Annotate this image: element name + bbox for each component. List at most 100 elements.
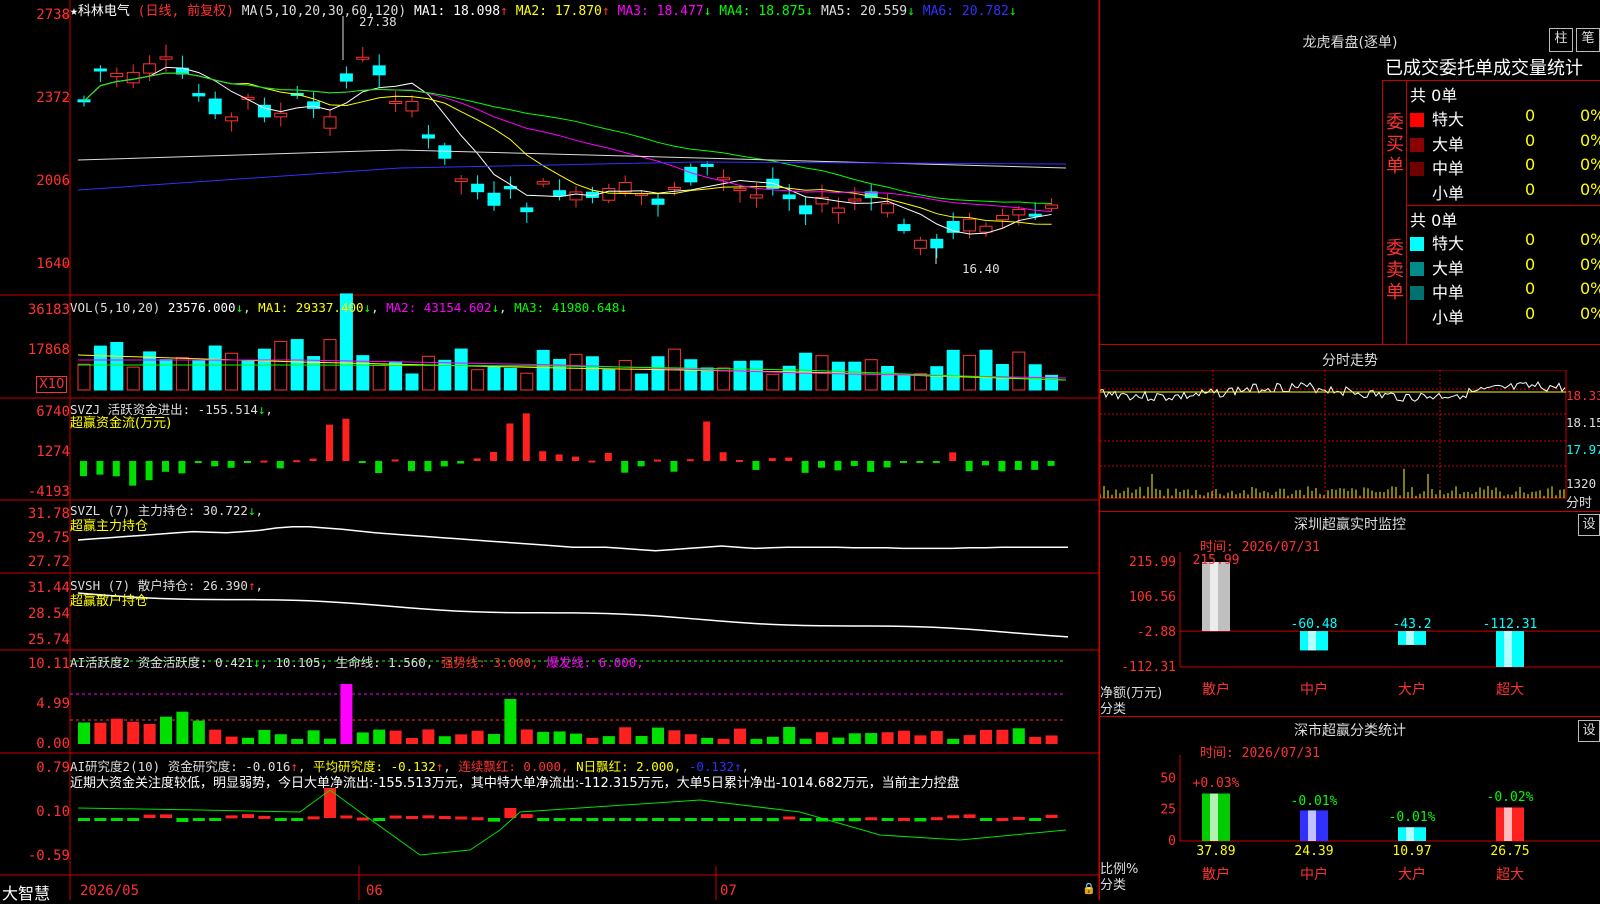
- tick-mode-button[interactable]: 笔: [1576, 28, 1600, 52]
- candle: [1028, 213, 1042, 217]
- activity-bar: [356, 732, 369, 744]
- activity-bar: [635, 736, 648, 744]
- candle: [930, 238, 944, 249]
- sell-orders-label: 委卖单: [1386, 238, 1404, 303]
- volume-bar: [159, 359, 173, 391]
- svzj-tick: 6740: [36, 404, 70, 420]
- sz-stats-title: 深市超赢分类统计: [1294, 723, 1406, 739]
- fund-flow-bar: [309, 458, 317, 461]
- volume-bar: [389, 361, 403, 391]
- order-count: 0: [1525, 155, 1536, 174]
- fund-flow-bar: [900, 461, 907, 463]
- ma-line: [77, 161, 1067, 191]
- research-bar: [570, 818, 582, 821]
- stats-settings-button[interactable]: 设: [1578, 720, 1600, 742]
- order-row: 小单 0 0%: [1410, 180, 1600, 204]
- research-bar: [701, 818, 714, 821]
- ma-value-1: MA1: 18.098: [414, 4, 501, 19]
- fund-flow-bar: [276, 461, 284, 469]
- fund-flow-bar: [637, 461, 645, 467]
- bar-value-label: 10.97: [1392, 844, 1431, 859]
- bar-mode-button[interactable]: 柱: [1549, 28, 1573, 52]
- research-bar: [930, 817, 943, 821]
- research-bar: [291, 818, 304, 821]
- retail-holding-line: [77, 592, 1069, 638]
- fund-flow-bar: [703, 421, 711, 461]
- activity-bar: [537, 731, 550, 744]
- period-label[interactable]: (日线, 前复权): [138, 4, 234, 19]
- svzl-subtitle: 超赢主力持仓: [70, 519, 149, 534]
- change-label: -0.01%: [1291, 794, 1338, 809]
- svsh-tick: 28.54: [27, 606, 70, 622]
- order-row: 特大 0 0%: [1410, 106, 1600, 130]
- research-bar: [553, 818, 566, 821]
- research-bar: [586, 818, 599, 821]
- activity-bar: [127, 721, 140, 744]
- research-bar: [406, 815, 418, 819]
- order-count: 0: [1525, 303, 1536, 323]
- category-label: 超大: [1496, 867, 1524, 883]
- bar-highlight: [1308, 631, 1316, 651]
- lock-icon[interactable]: 🔒: [1082, 882, 1096, 895]
- order-count: 0: [1525, 254, 1536, 274]
- intraday-chart[interactable]: [1100, 370, 1600, 510]
- category-label: 超大: [1496, 682, 1524, 698]
- activity-bar: [176, 711, 189, 744]
- activity-bar: [947, 738, 960, 744]
- monitor-settings-button[interactable]: 设: [1578, 514, 1600, 536]
- ma-value-4: MA4: 18.875: [711, 4, 806, 19]
- order-row: 小单 0 0%: [1410, 304, 1600, 328]
- sell-total: 共 0单: [1410, 211, 1458, 230]
- fund-flow-bar: [998, 461, 1006, 472]
- ai-active-tick: 4.99: [36, 696, 70, 712]
- candle: [684, 166, 698, 183]
- fund-flow-bar: [768, 458, 776, 461]
- ai-active-v2: 10.105: [275, 655, 321, 670]
- price-tick: 2372: [36, 90, 70, 106]
- order-row: 中单 0 0%: [1410, 279, 1600, 303]
- activity-bar: [930, 731, 943, 744]
- volume-bar: [684, 359, 698, 391]
- fund-flow-bar: [260, 460, 268, 463]
- ma-value-5: MA5: 20.559: [813, 4, 908, 19]
- research-bar: [848, 818, 861, 822]
- activity-bar: [766, 736, 779, 744]
- candle: [717, 177, 731, 181]
- order-count: 0: [1525, 130, 1536, 150]
- ai-burst-line: 爆发线: 6.000,: [546, 655, 644, 670]
- candle: [159, 56, 173, 60]
- activity-bar: [258, 729, 271, 744]
- activity-bar: [94, 722, 107, 744]
- low-price-label: 16.40: [962, 261, 1000, 276]
- research-bar: [373, 818, 386, 821]
- fund-flow-bar: [654, 459, 661, 462]
- volume-bar: [585, 356, 599, 391]
- lhb-bottom-border: [1100, 344, 1600, 345]
- bar-value-label: -60.48: [1291, 617, 1338, 632]
- volume-bar: [848, 361, 862, 391]
- research-bar: [192, 818, 205, 821]
- change-label: +0.03%: [1193, 776, 1240, 791]
- research-bar: [898, 817, 910, 821]
- candle: [602, 187, 616, 201]
- stock-name[interactable]: ★科林电气: [70, 4, 130, 19]
- order-type: 中单: [1432, 283, 1465, 302]
- fund-flow-bar: [818, 461, 825, 468]
- volume-bar: [225, 352, 239, 391]
- date-label: 07: [720, 883, 737, 899]
- research-bar: [225, 815, 238, 819]
- fund-flow-bar: [112, 461, 120, 477]
- volume-bar: [405, 373, 419, 391]
- ai-research-tick: 0.79: [36, 760, 70, 776]
- brand-logo: 大智慧: [2, 884, 51, 903]
- activity-bar: [160, 716, 172, 744]
- activity-bar: [209, 729, 222, 744]
- candle: [963, 218, 977, 232]
- research-bar: [750, 818, 763, 821]
- candle: [831, 207, 845, 214]
- volume-bar: [208, 345, 222, 391]
- order-pct: 0%: [1580, 279, 1600, 298]
- order-count: 0: [1525, 230, 1536, 249]
- activity-bar: [242, 737, 254, 744]
- ai-active-title: AI活跃度2 资金活跃度: 0.421: [70, 655, 253, 670]
